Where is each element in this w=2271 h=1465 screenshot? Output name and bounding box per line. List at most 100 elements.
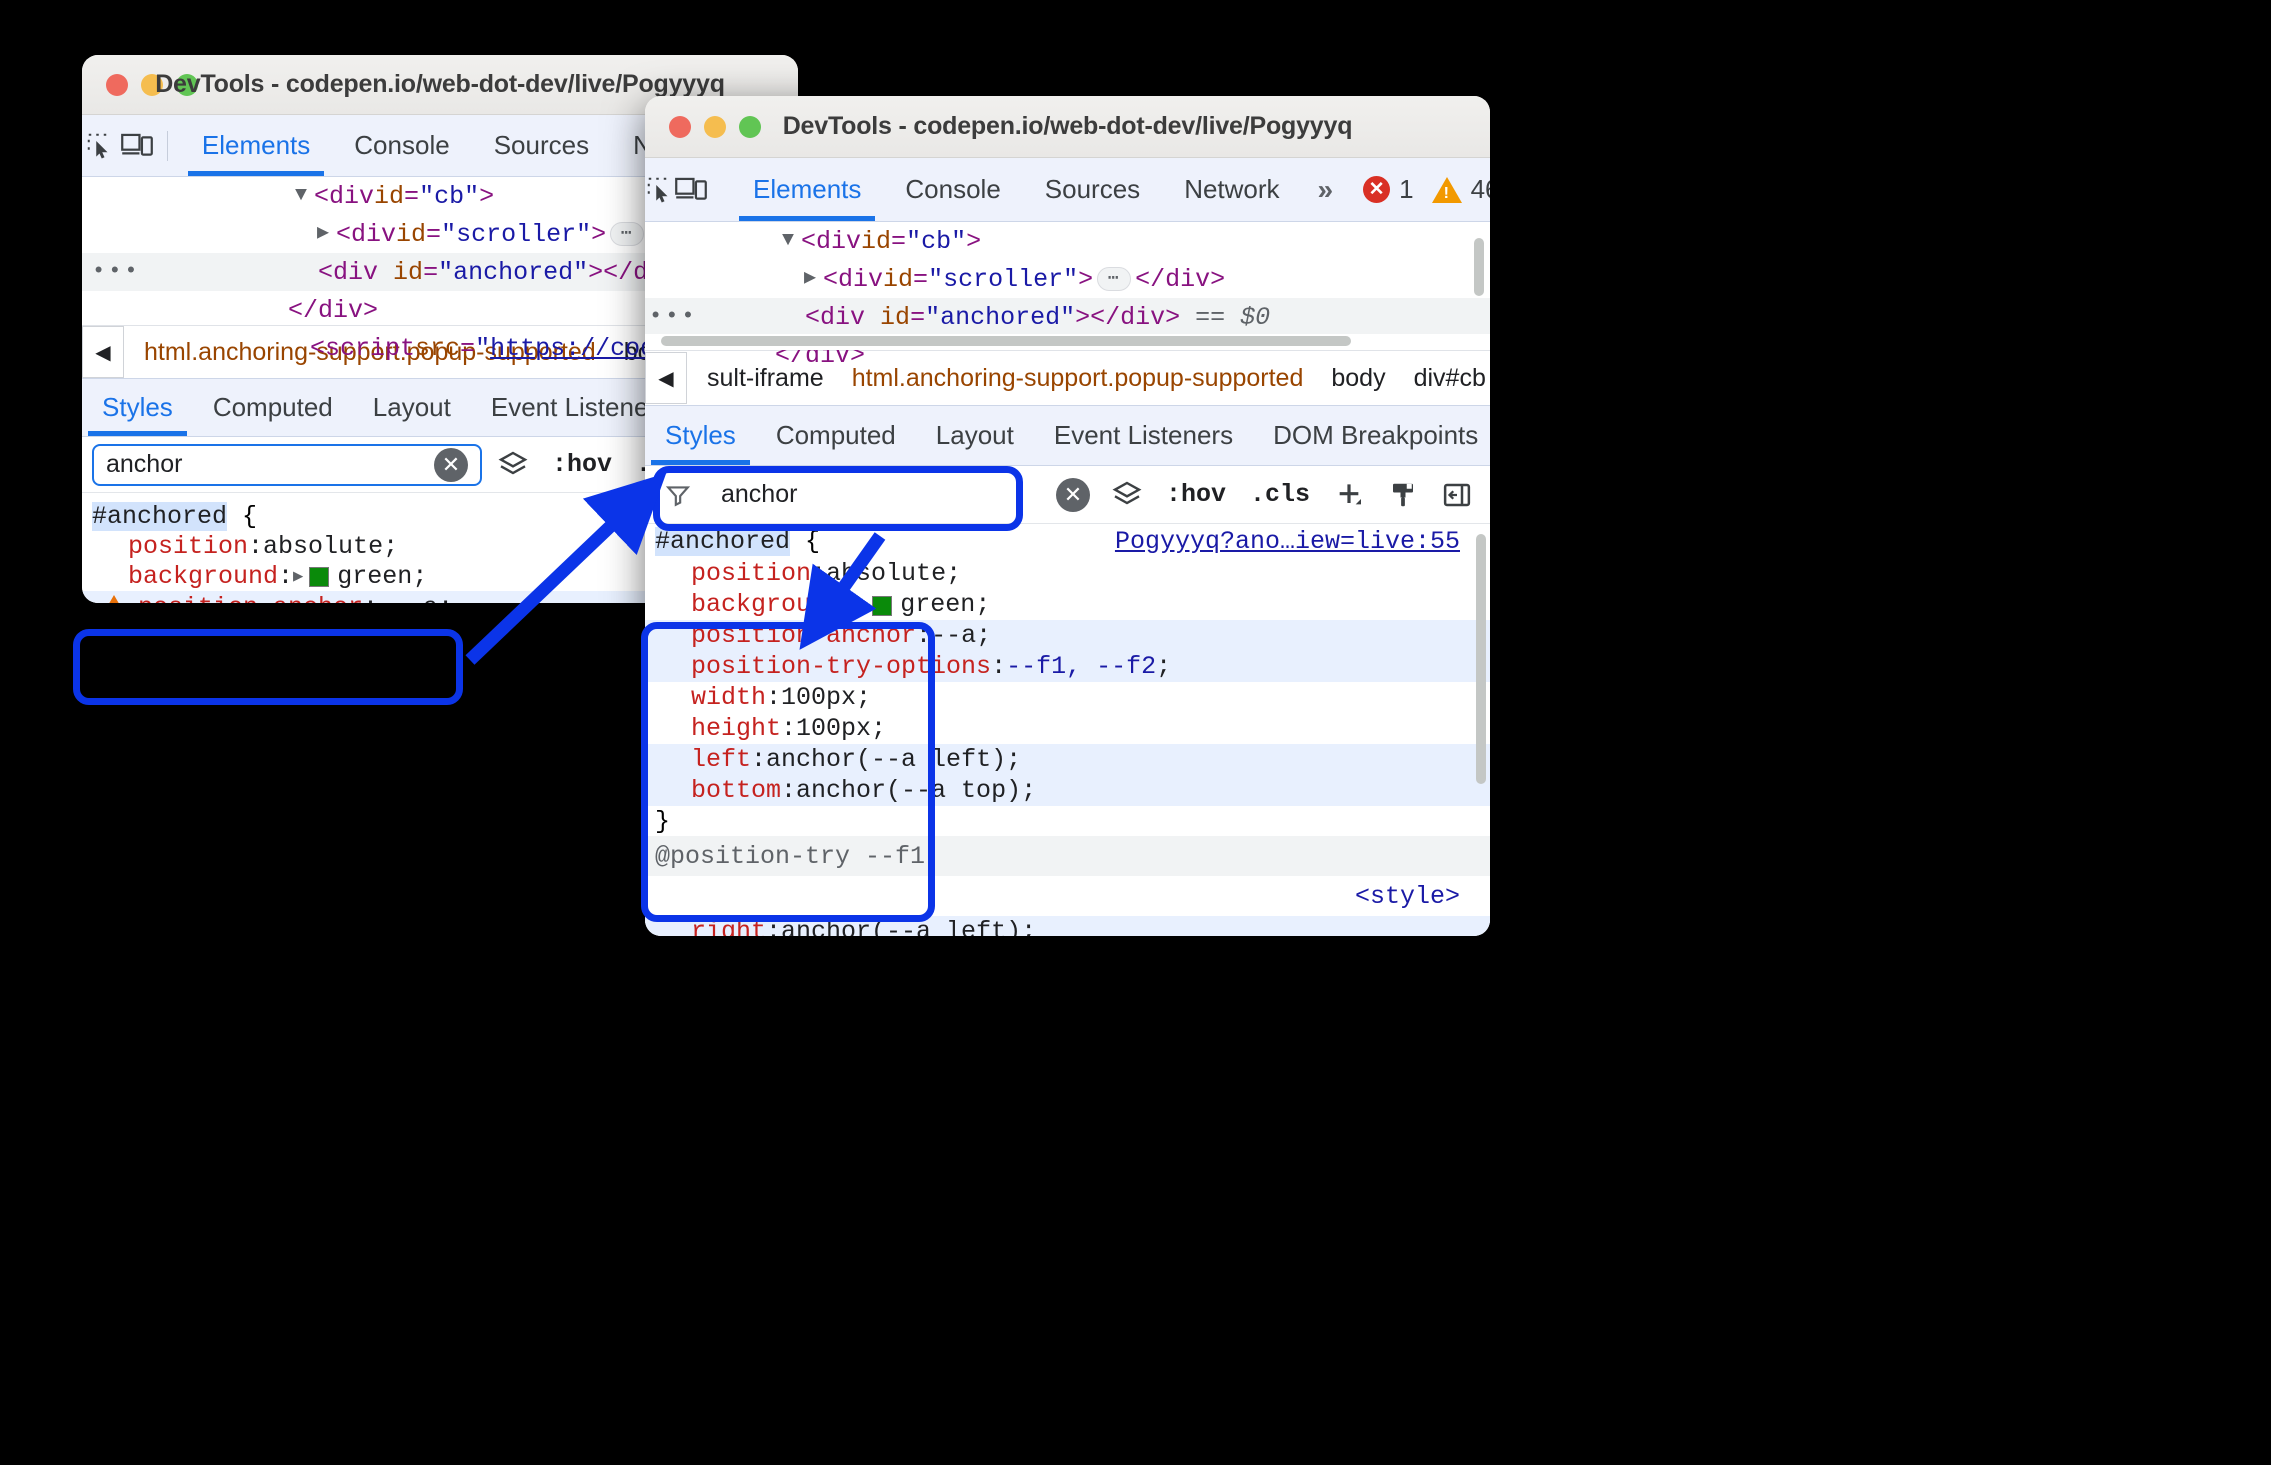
declaration-value[interactable]: 100px bbox=[781, 683, 856, 712]
collapsed-children-icon[interactable]: ⋯ bbox=[610, 222, 645, 246]
plus-icon[interactable] bbox=[1326, 474, 1372, 516]
error-badge[interactable]: ✕ 1 bbox=[1363, 174, 1421, 205]
layers-icon[interactable] bbox=[490, 444, 536, 486]
declaration-value[interactable]: absolute bbox=[263, 532, 383, 561]
expand-arrow-icon[interactable]: ▼ bbox=[775, 231, 801, 251]
declaration-position[interactable]: position: absolute; bbox=[645, 558, 1490, 589]
declaration-property[interactable]: position-try-options bbox=[691, 652, 991, 681]
declaration-property[interactable]: height bbox=[691, 714, 781, 743]
tab-console-front[interactable]: Console bbox=[883, 158, 1022, 221]
tab-sources-front[interactable]: Sources bbox=[1023, 158, 1162, 221]
rule-selector-front[interactable]: #anchored { Pogyyyq?ano…iew=live:55 bbox=[645, 524, 1490, 558]
dom-tree-hscrollbar[interactable] bbox=[661, 336, 1351, 346]
declaration-left[interactable]: left: anchor(--a left); bbox=[645, 744, 1490, 775]
sidebar-tabs-front[interactable]: Styles Computed Layout Event Listeners D… bbox=[645, 406, 1490, 466]
styles-filter-input-front[interactable]: anchor bbox=[709, 473, 1042, 516]
declaration-value[interactable]: --a bbox=[393, 593, 438, 604]
close-button-icon[interactable] bbox=[106, 73, 128, 96]
sidebar-tab-dom-breakpoints-front[interactable]: DOM Breakpoints bbox=[1253, 406, 1490, 465]
clear-icon[interactable]: ✕ bbox=[434, 447, 468, 482]
sidebar-tab-layout-front[interactable]: Layout bbox=[916, 406, 1034, 465]
sidebar-tab-computed-front[interactable]: Computed bbox=[756, 406, 916, 465]
declaration-property[interactable]: right bbox=[691, 917, 766, 936]
tab-network-front[interactable]: Network bbox=[1162, 158, 1301, 221]
color-swatch[interactable] bbox=[309, 567, 330, 587]
sidebar-tab-event-listeners-front[interactable]: Event Listeners bbox=[1034, 406, 1253, 465]
issue-badges[interactable]: ✕ 1 46 ✕ 7 bbox=[1363, 174, 1490, 205]
declaration-value[interactable]: --f1, --f2 bbox=[1006, 652, 1156, 681]
styles-filter-input-back[interactable]: anchor ✕ bbox=[92, 443, 482, 486]
declaration-value[interactable]: absolute bbox=[826, 559, 946, 588]
declaration-value[interactable]: 100px bbox=[796, 714, 871, 743]
styles-filter-bar-front[interactable]: anchor ✕ :hov .cls bbox=[645, 466, 1490, 524]
paintbrush-icon[interactable] bbox=[1380, 474, 1426, 516]
expand-arrow-icon[interactable]: ▶ bbox=[797, 269, 823, 289]
dom-tree-front[interactable]: ▼ < div id = "cb" > ▶ < div id = "scroller" > ⋯ </di… bbox=[645, 222, 1490, 368]
styles-rules-front[interactable]: #anchored { Pogyyyq?ano…iew=live:55 posi… bbox=[645, 524, 1490, 936]
declaration-position-anchor[interactable]: position-anchor: --a; bbox=[645, 620, 1490, 651]
device-toolbar-icon[interactable] bbox=[119, 123, 156, 169]
declaration-value[interactable]: --a bbox=[931, 621, 976, 650]
expand-arrow-icon[interactable]: ▶ bbox=[856, 594, 866, 615]
declaration-value[interactable]: anchor(--a top) bbox=[796, 776, 1021, 805]
minimize-button-icon[interactable] bbox=[141, 73, 163, 96]
inspect-cursor-icon[interactable] bbox=[82, 123, 119, 169]
more-tabs-icon-front[interactable]: » bbox=[1302, 174, 1350, 206]
traffic-lights-front[interactable] bbox=[645, 115, 761, 138]
dom-row-selected[interactable]: ••• <div id="anchored"></div> == $0 bbox=[645, 298, 1490, 336]
color-swatch[interactable] bbox=[872, 595, 893, 616]
collapsed-children-icon[interactable]: ⋯ bbox=[1097, 267, 1132, 291]
devtools-toolbar-front[interactable]: Elements Console Sources Network » ✕ 1 4… bbox=[645, 158, 1490, 222]
maximize-button-icon[interactable] bbox=[739, 115, 761, 138]
maximize-button-icon[interactable] bbox=[176, 73, 198, 96]
declaration-property[interactable]: position-anchor bbox=[138, 593, 363, 604]
sidebar-tab-layout-back[interactable]: Layout bbox=[353, 379, 471, 436]
row-more-icon[interactable]: ••• bbox=[645, 306, 695, 328]
inspect-cursor-icon[interactable] bbox=[645, 167, 675, 213]
hov-button-back[interactable]: :hov bbox=[544, 450, 620, 479]
dom-row[interactable]: ▶<div id="scroller">⋯</div> bbox=[645, 260, 1490, 298]
declaration-property[interactable]: position bbox=[128, 532, 248, 561]
device-toolbar-icon[interactable] bbox=[675, 167, 707, 213]
sidebar-tab-computed-back[interactable]: Computed bbox=[193, 379, 353, 436]
declaration-value[interactable]: anchor(--a left) bbox=[781, 917, 1021, 936]
sidebar-tab-styles-back[interactable]: Styles bbox=[82, 379, 193, 436]
dom-tree-hscroll-area[interactable] bbox=[645, 334, 1490, 350]
tab-console-back[interactable]: Console bbox=[332, 115, 471, 176]
tab-elements-front[interactable]: Elements bbox=[731, 158, 883, 221]
styles-pane-scrollbar[interactable] bbox=[1476, 534, 1486, 784]
declaration-property[interactable]: bottom bbox=[691, 776, 781, 805]
declaration-width[interactable]: width: 100px; bbox=[645, 682, 1490, 713]
expand-arrow-icon[interactable]: ▼ bbox=[288, 186, 314, 206]
close-button-icon[interactable] bbox=[669, 115, 691, 138]
window-titlebar-front[interactable]: DevTools - codepen.io/web-dot-dev/live/P… bbox=[645, 96, 1490, 158]
declaration-property[interactable]: background bbox=[128, 562, 278, 591]
clear-icon[interactable]: ✕ bbox=[1050, 474, 1096, 516]
minimize-button-icon[interactable] bbox=[704, 115, 726, 138]
declaration-value[interactable]: anchor(--a left) bbox=[766, 745, 1006, 774]
dom-row[interactable]: ▼ < div id = "cb" > bbox=[645, 222, 1490, 260]
devtools-window-front[interactable]: DevTools - codepen.io/web-dot-dev/live/P… bbox=[645, 96, 1490, 936]
declaration-value[interactable]: green bbox=[337, 562, 412, 591]
declaration-height[interactable]: height: 100px; bbox=[645, 713, 1490, 744]
row-more-icon[interactable]: ••• bbox=[82, 261, 138, 283]
sidebar-tab-styles-front[interactable]: Styles bbox=[645, 406, 756, 465]
rule-origin-link-front[interactable]: Pogyyyq?ano…iew=live:55 bbox=[1115, 527, 1460, 556]
declaration-property[interactable]: left bbox=[691, 745, 751, 774]
declaration-bottom[interactable]: bottom: anchor(--a top); bbox=[645, 775, 1490, 806]
expand-arrow-icon[interactable]: ▶ bbox=[310, 224, 336, 244]
declaration-property[interactable]: width bbox=[691, 683, 766, 712]
declaration-position-try-options[interactable]: position-try-options: --f1, --f2; bbox=[645, 651, 1490, 682]
warning-badge[interactable]: 46 bbox=[1431, 174, 1490, 205]
position-try-f1-header[interactable]: @position-try --f1 bbox=[645, 836, 1490, 876]
dom-tree-scrollbar[interactable] bbox=[1474, 238, 1484, 296]
declaration-property[interactable]: position-anchor bbox=[691, 621, 916, 650]
declaration-background[interactable]: background: ▶ green; bbox=[645, 589, 1490, 620]
cls-button-front[interactable]: .cls bbox=[1242, 480, 1318, 509]
declaration-property[interactable]: position bbox=[691, 559, 811, 588]
hov-button-front[interactable]: :hov bbox=[1158, 480, 1234, 509]
tab-sources-back[interactable]: Sources bbox=[472, 115, 611, 176]
devtools-tabs-front[interactable]: Elements Console Sources Network bbox=[731, 158, 1302, 221]
declaration-value[interactable]: green bbox=[900, 590, 975, 619]
declaration-right[interactable]: right: anchor(--a left); bbox=[645, 916, 1490, 936]
